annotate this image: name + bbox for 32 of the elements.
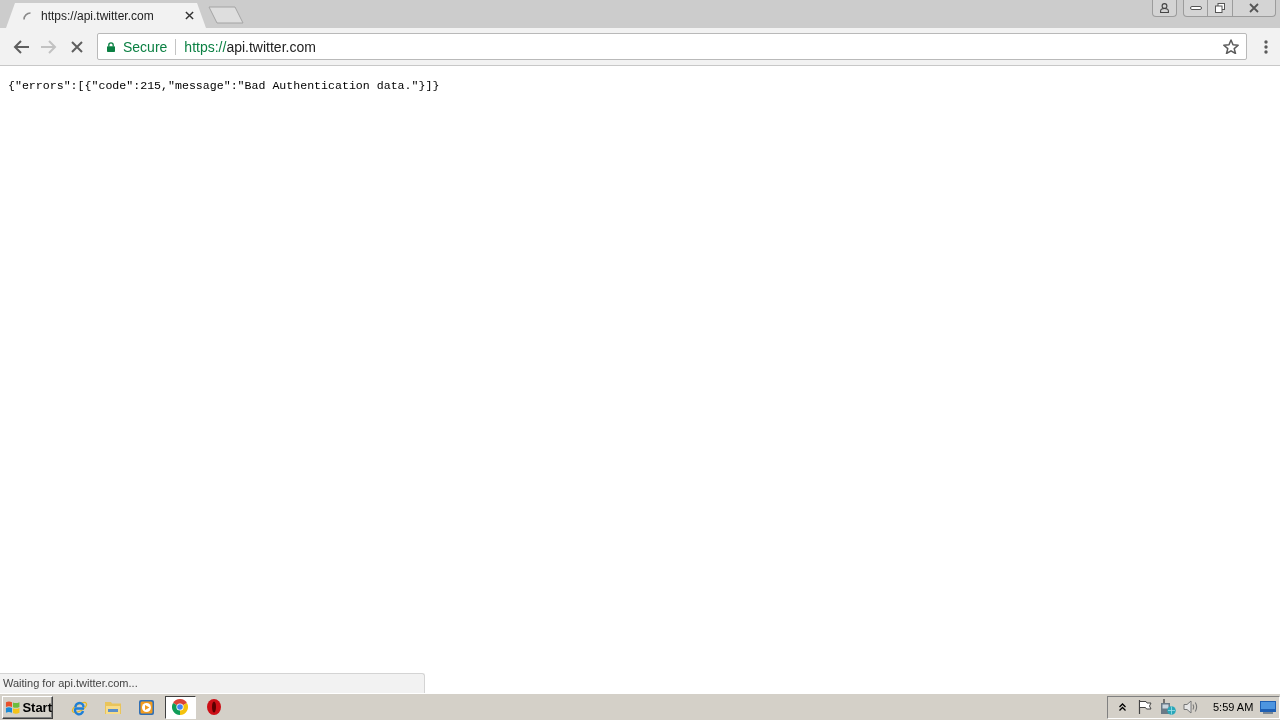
restore-icon <box>1215 3 1225 13</box>
windows-flag-icon <box>5 699 21 715</box>
ring-icon <box>206 699 221 715</box>
circle-logo-icon <box>172 699 188 715</box>
minimize-icon <box>1189 6 1202 10</box>
lock-icon <box>107 41 115 52</box>
status-bubble: Waiting for api.twitter.com... <box>0 673 425 693</box>
minimize-button[interactable] <box>1183 0 1208 17</box>
folder-icon <box>105 700 121 714</box>
start-button[interactable]: Start <box>2 695 53 719</box>
play-icon <box>139 699 154 715</box>
menu-dots-icon <box>1264 39 1268 54</box>
tab-title: https://api.twitter.com <box>41 8 155 23</box>
double-caret-icon <box>1118 703 1126 711</box>
new-tab-icon <box>208 6 244 24</box>
person-icon <box>1160 3 1169 13</box>
url-text: https://api.twitter.com <box>184 38 317 55</box>
tab-close-button[interactable] <box>184 10 194 21</box>
security-chip[interactable]: Secure <box>107 38 168 55</box>
close-icon <box>184 11 194 20</box>
close-icon <box>1249 3 1259 13</box>
taskbar-button[interactable] <box>164 695 196 719</box>
clock-text[interactable]: 5:59 AM <box>1213 701 1254 713</box>
flag-icon <box>1138 700 1152 714</box>
speaker-icon <box>1183 700 1199 714</box>
browser-tab[interactable]: https://api.twitter.com <box>6 3 206 28</box>
json-text: {"errors":[{"code":215,"message":"Bad Authentication data."}]} <box>8 79 440 93</box>
restore-button[interactable] <box>1208 0 1233 17</box>
close-window-button[interactable] <box>1233 0 1276 17</box>
profile-button[interactable] <box>1152 0 1177 17</box>
monitor-icon <box>1260 700 1276 714</box>
network-computer-icon <box>1160 699 1176 715</box>
